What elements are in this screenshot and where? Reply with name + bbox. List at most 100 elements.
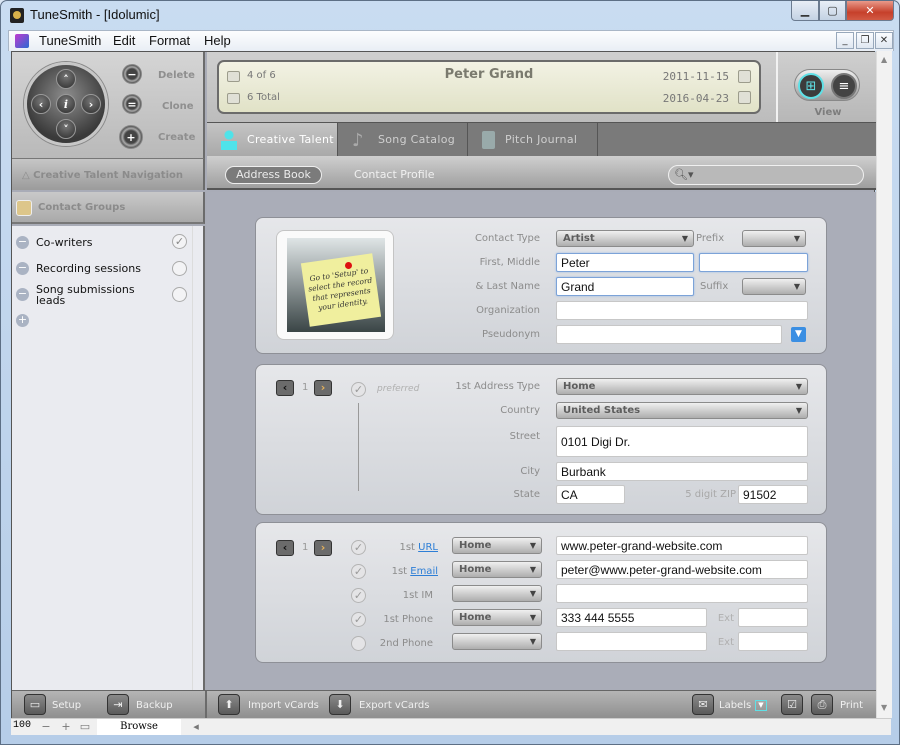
photo-placeholder[interactable]: Go to 'Setup' to select the record that … [276, 230, 394, 340]
scroll-up-icon[interactable]: ▲ [881, 55, 887, 64]
remove-icon[interactable]: − [16, 262, 29, 275]
phone2-field[interactable] [556, 632, 707, 651]
url-type-select[interactable]: Home [452, 537, 542, 554]
zoom-out-icon[interactable]: − [39, 721, 53, 734]
print-button[interactable]: Print [840, 700, 863, 711]
chevron-up-icon[interactable]: ˄ [56, 69, 76, 89]
contact-type-select[interactable]: Artist [556, 230, 694, 247]
mode-indicator[interactable]: Browse [97, 719, 181, 735]
mdi-minimize-button[interactable]: _ [836, 32, 854, 49]
chevron-left-icon[interactable]: ‹ [31, 94, 51, 114]
pseudonym-field[interactable] [556, 325, 782, 344]
menu-format[interactable]: Format [149, 33, 190, 48]
street-field[interactable]: 0101 Digi Dr. [556, 426, 808, 457]
info-icon[interactable]: i [56, 94, 76, 114]
close-button[interactable]: ✕ [846, 1, 894, 21]
prev-address-button[interactable]: ‹ [276, 380, 294, 396]
add-icon[interactable]: + [16, 314, 29, 327]
groups-scrollbar[interactable] [192, 226, 203, 690]
phone2-ext-field[interactable] [738, 632, 808, 651]
setup-icon[interactable]: ▭ [24, 694, 46, 715]
grid-view-icon[interactable]: ⊞ [798, 73, 824, 99]
address-type-select[interactable]: Home [556, 378, 808, 395]
zoom-in-icon[interactable]: + [59, 721, 73, 734]
im-check[interactable]: ✓ [351, 588, 366, 603]
email-link[interactable]: Email [410, 566, 438, 577]
phone1-type-select[interactable]: Home [452, 609, 542, 626]
app-menu-icon[interactable] [15, 34, 29, 48]
next-address-button[interactable]: › [314, 380, 332, 396]
printer-icon[interactable]: ⎙ [811, 694, 833, 715]
backup-icon[interactable]: ⇥ [107, 694, 129, 715]
chevron-down-icon[interactable]: ˅ [56, 119, 76, 139]
maximize-button[interactable]: ▢ [819, 1, 846, 21]
preferred-check[interactable]: ✓ [351, 382, 366, 397]
delete-button[interactable]: − [122, 64, 142, 84]
first-name-field[interactable]: Peter [556, 253, 694, 272]
url-field[interactable]: www.peter-grand-website.com [556, 536, 808, 555]
contact-profile-tab[interactable]: Contact Profile [354, 168, 435, 181]
vertical-scrollbar[interactable]: ▲ ▼ [876, 51, 892, 718]
url-link[interactable]: URL [418, 542, 438, 553]
checklist-icon[interactable]: ☑ [781, 694, 803, 715]
group-check[interactable] [172, 261, 187, 276]
export-vcards-button[interactable]: Export vCards [359, 700, 429, 711]
labels-button[interactable]: Labels [719, 700, 751, 711]
middle-name-field[interactable] [699, 253, 808, 272]
contact-groups-header[interactable]: Contact Groups [12, 192, 205, 224]
menu-help[interactable]: Help [204, 33, 231, 48]
mdi-close-button[interactable]: ✕ [875, 32, 893, 49]
phone1-field[interactable]: 333 444 5555 [556, 608, 707, 627]
prev-contact-button[interactable]: ‹ [276, 540, 294, 556]
prefix-select[interactable] [742, 230, 806, 247]
phone1-check[interactable]: ✓ [351, 612, 366, 627]
collapse-icon[interactable] [16, 200, 32, 216]
export-icon[interactable]: ⬇ [329, 694, 351, 715]
search-icon[interactable]: 🔍︎▾ [674, 168, 694, 181]
next-contact-button[interactable]: › [314, 540, 332, 556]
group-check[interactable]: ✓ [172, 234, 187, 249]
email-field[interactable]: peter@www.peter-grand-website.com [556, 560, 808, 579]
labels-dropdown-icon[interactable]: ▼ [755, 700, 767, 711]
toggle-status-icon[interactable]: ▭ [78, 721, 92, 734]
create-button[interactable]: + [119, 125, 143, 149]
remove-icon[interactable]: − [16, 288, 29, 301]
state-field[interactable]: CA [556, 485, 625, 504]
country-select[interactable]: United States [556, 402, 808, 419]
im-type-select[interactable] [452, 585, 542, 602]
tab-song-catalog[interactable]: ♪ Song Catalog [338, 123, 468, 156]
city-field[interactable]: Burbank [556, 462, 808, 481]
mdi-restore-button[interactable]: ❐ [856, 32, 874, 49]
search-input[interactable]: 🔍︎▾ [668, 165, 864, 185]
scroll-left-icon[interactable]: ◂ [189, 721, 203, 734]
email-type-select[interactable]: Home [452, 561, 542, 578]
view-toggle[interactable]: ⊞ ≡ [794, 69, 860, 101]
setup-button[interactable]: Setup [52, 700, 81, 711]
im-field[interactable] [556, 584, 808, 603]
group-check[interactable] [172, 287, 187, 302]
minimize-button[interactable]: ▁ [791, 1, 819, 21]
remove-icon[interactable]: − [16, 236, 29, 249]
email-check[interactable]: ✓ [351, 564, 366, 579]
phone1-ext-field[interactable] [738, 608, 808, 627]
phone2-check[interactable] [351, 636, 366, 651]
address-book-tab[interactable]: Address Book [225, 166, 322, 184]
zip-field[interactable]: 91502 [738, 485, 808, 504]
menu-edit[interactable]: Edit [113, 33, 135, 48]
pseudonym-dropdown-icon[interactable]: ▼ [791, 327, 806, 342]
url-check[interactable]: ✓ [351, 540, 366, 555]
list-view-icon[interactable]: ≡ [831, 73, 857, 99]
import-vcards-button[interactable]: Import vCards [248, 700, 319, 711]
last-name-field[interactable]: Grand [556, 277, 694, 296]
import-icon[interactable]: ⬆ [218, 694, 240, 715]
menu-tunesmith[interactable]: TuneSmith [39, 33, 101, 48]
mail-icon[interactable]: ✉ [692, 694, 714, 715]
scroll-down-icon[interactable]: ▼ [881, 703, 887, 712]
tab-pitch-journal[interactable]: Pitch Journal [468, 123, 598, 156]
backup-button[interactable]: Backup [136, 700, 173, 711]
tab-creative-talent[interactable]: Creative Talent [207, 123, 338, 156]
sidebar-nav-header[interactable]: △ Creative Talent Navigation [12, 158, 205, 190]
clone-button[interactable]: = [122, 94, 142, 114]
suffix-select[interactable] [742, 278, 806, 295]
phone2-type-select[interactable] [452, 633, 542, 650]
